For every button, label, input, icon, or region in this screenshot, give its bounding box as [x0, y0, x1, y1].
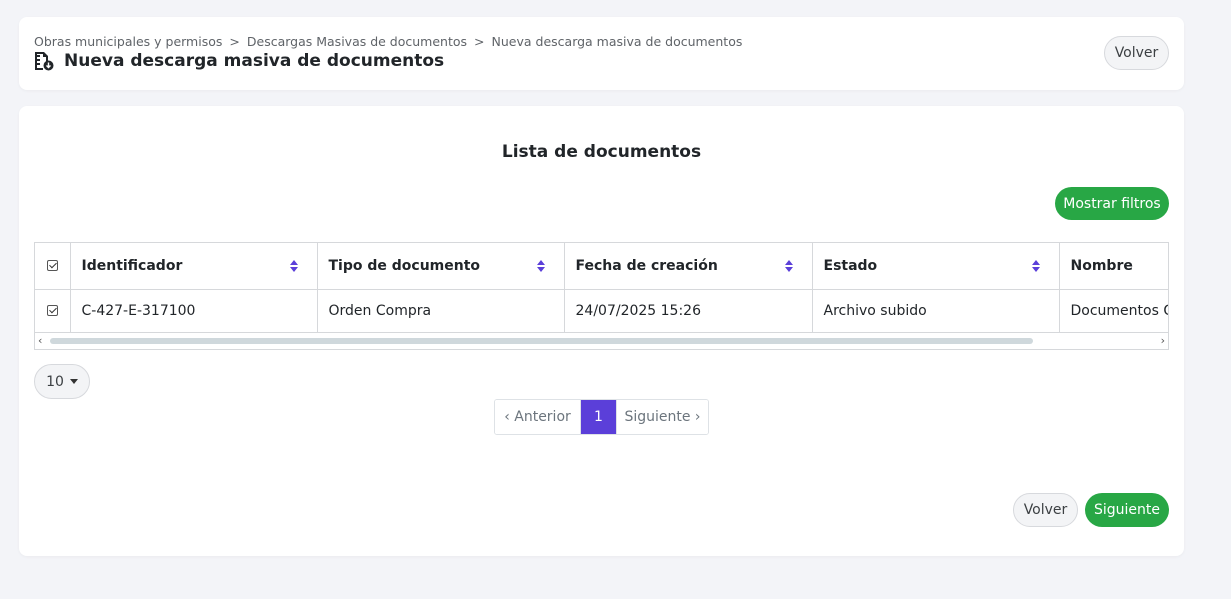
scrollbar-thumb[interactable]	[50, 338, 1033, 344]
table-header-row: Identificador Tipo de documento Fecha de…	[35, 243, 1168, 290]
section-title: Lista de documentos	[501, 142, 702, 162]
horizontal-scrollbar[interactable]: ‹ ›	[35, 333, 1168, 349]
cell-fecha: 24/07/2025 15:26	[564, 289, 813, 333]
column-label: Estado	[823, 257, 878, 274]
sort-icon[interactable]	[289, 258, 299, 274]
cell-tipo: Orden Compra	[317, 289, 565, 333]
scroll-right-arrow-icon[interactable]: ›	[1161, 335, 1165, 347]
footer-next-button[interactable]: Siguiente	[1085, 493, 1169, 527]
main-card: Lista de documentos Mostrar filtros Iden…	[19, 106, 1184, 556]
breadcrumb-item-current: Nueva descarga masiva de documentos	[491, 34, 743, 49]
document-download-icon	[35, 52, 54, 71]
row-select-cell	[35, 289, 71, 333]
cell-nombre: Documentos Generales	[1059, 289, 1168, 333]
sort-icon[interactable]	[784, 258, 794, 274]
column-header-identificador[interactable]: Identificador	[70, 243, 318, 290]
sort-icon[interactable]	[536, 258, 546, 274]
column-label: Identificador	[81, 257, 183, 274]
column-header-estado[interactable]: Estado	[812, 243, 1060, 290]
select-all-cell	[35, 243, 71, 290]
show-filters-button[interactable]: Mostrar filtros	[1055, 187, 1169, 220]
select-all-checkbox[interactable]	[46, 260, 58, 272]
title-row: Nueva descarga masiva de documentos	[33, 51, 444, 71]
pagination-prev-button[interactable]: ‹ Anterior	[495, 400, 581, 434]
page-size-dropdown[interactable]: 10	[34, 364, 90, 399]
chevron-down-icon	[69, 379, 78, 384]
column-header-nombre[interactable]: Nombre	[1059, 243, 1168, 290]
footer-back-button[interactable]: Volver	[1013, 493, 1078, 527]
column-label: Fecha de creación	[575, 257, 718, 274]
table-row[interactable]: C-427-E-317100 Orden Compra 24/07/2025 1…	[35, 289, 1168, 333]
sort-icon[interactable]	[1031, 258, 1041, 274]
documents-table: Identificador Tipo de documento Fecha de…	[34, 242, 1169, 350]
breadcrumb-separator: >	[229, 34, 240, 49]
header-card: Obras municipales y permisos > Descargas M…	[19, 17, 1184, 90]
column-label: Tipo de documento	[328, 257, 481, 274]
column-header-fecha[interactable]: Fecha de creación	[564, 243, 813, 290]
breadcrumb-item-obras[interactable]: Obras municipales y permisos	[34, 34, 222, 49]
scroll-left-arrow-icon[interactable]: ‹	[38, 335, 42, 347]
cell-identificador: C-427-E-317100	[70, 289, 318, 333]
page-size-value: 10	[46, 373, 64, 390]
pagination: ‹ Anterior 1 Siguiente ›	[494, 399, 709, 435]
column-header-tipo[interactable]: Tipo de documento	[317, 243, 565, 290]
page-title: Nueva descarga masiva de documentos	[64, 51, 445, 71]
breadcrumb: Obras municipales y permisos > Descargas M…	[34, 34, 742, 49]
pagination-page-current[interactable]: 1	[581, 400, 616, 434]
header-back-button[interactable]: Volver	[1104, 36, 1169, 70]
breadcrumb-separator: >	[474, 34, 485, 49]
row-checkbox[interactable]	[46, 305, 58, 316]
cell-estado: Archivo subido	[812, 289, 1060, 333]
breadcrumb-item-descargas[interactable]: Descargas Masivas de documentos	[247, 34, 467, 49]
pagination-next-button[interactable]: Siguiente ›	[616, 400, 708, 434]
column-label: Nombre	[1070, 257, 1133, 274]
